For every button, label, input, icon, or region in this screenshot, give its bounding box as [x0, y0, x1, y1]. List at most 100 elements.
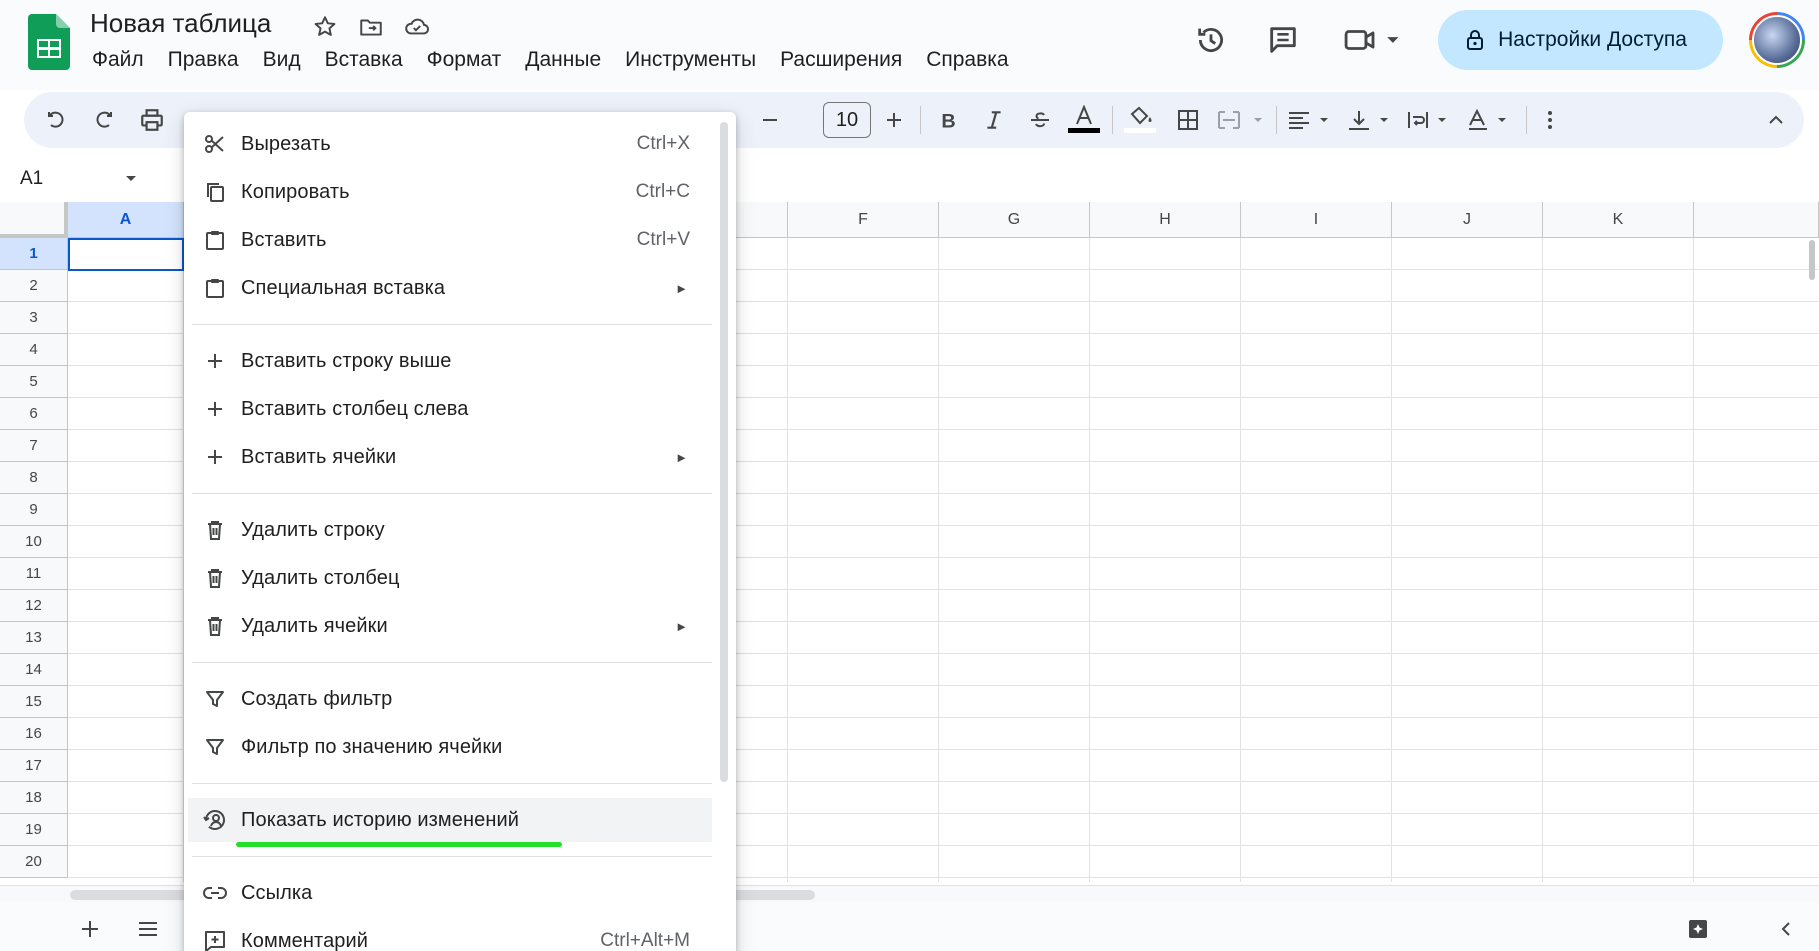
- menu-item-delete-column[interactable]: Удалить столбец: [184, 556, 712, 600]
- italic-icon[interactable]: [976, 100, 1012, 140]
- menu-item-delete-cells[interactable]: Удалить ячейки ►: [184, 604, 712, 648]
- row-header-16[interactable]: 16: [0, 718, 68, 750]
- menu-insert[interactable]: Вставка: [313, 44, 415, 76]
- menu-item-comment[interactable]: Комментарий Ctrl+Alt+M: [184, 919, 712, 951]
- text-wrapping-icon[interactable]: [1404, 100, 1460, 140]
- fill-color-icon[interactable]: [1120, 100, 1160, 140]
- trash-icon: [202, 613, 228, 639]
- collapse-toolbar-icon[interactable]: [1758, 100, 1794, 140]
- column-header-j[interactable]: J: [1392, 202, 1543, 238]
- menu-tools[interactable]: Инструменты: [613, 44, 768, 76]
- selected-cell-a1[interactable]: [68, 238, 184, 271]
- submenu-arrow-icon: ►: [675, 280, 688, 296]
- row-header-2[interactable]: 2: [0, 270, 68, 302]
- row-header-18[interactable]: 18: [0, 782, 68, 814]
- column-gridline: [1542, 238, 1543, 882]
- highlight-underline: [236, 842, 562, 847]
- strikethrough-icon[interactable]: [1022, 100, 1058, 140]
- select-all-corner[interactable]: [0, 202, 68, 238]
- all-sheets-menu-icon[interactable]: [130, 911, 166, 947]
- row-header-1[interactable]: 1: [0, 238, 68, 270]
- side-panel-toggle-icon[interactable]: [1768, 911, 1804, 947]
- comments-icon[interactable]: [1254, 11, 1312, 69]
- row-header-5[interactable]: 5: [0, 366, 68, 398]
- menu-item-paste-special[interactable]: Специальная вставка ►: [184, 266, 712, 310]
- meet-video-icon[interactable]: [1336, 11, 1410, 69]
- row-header-20[interactable]: 20: [0, 846, 68, 878]
- filter-icon: [202, 734, 228, 760]
- horizontal-align-icon[interactable]: [1284, 100, 1340, 140]
- menu-item-insert-cells[interactable]: Вставить ячейки ►: [184, 435, 712, 479]
- column-header-g[interactable]: G: [939, 202, 1090, 238]
- font-size-input[interactable]: 10: [823, 102, 871, 138]
- merge-cells-icon[interactable]: [1214, 100, 1270, 140]
- menu-help[interactable]: Справка: [914, 44, 1020, 76]
- row-header-7[interactable]: 7: [0, 430, 68, 462]
- menu-format[interactable]: Формат: [415, 44, 514, 76]
- menu-view[interactable]: Вид: [251, 44, 313, 76]
- name-box[interactable]: A1: [20, 168, 43, 190]
- context-menu-scrollbar[interactable]: [720, 122, 728, 782]
- text-color-icon[interactable]: [1064, 100, 1104, 140]
- sheets-app: Новая таблица Файл Правка Вид Вставка Фо…: [0, 0, 1819, 951]
- text-rotation-icon[interactable]: [1464, 100, 1520, 140]
- menu-bar: Файл Правка Вид Вставка Формат Данные Ин…: [80, 44, 1021, 76]
- menu-item-insert-row-above[interactable]: Вставить строку выше: [184, 339, 712, 383]
- menu-item-copy[interactable]: Копировать Ctrl+C: [184, 170, 712, 214]
- column-header-a[interactable]: A: [68, 202, 184, 238]
- undo-icon[interactable]: [38, 100, 74, 140]
- vertical-scrollbar[interactable]: [1809, 240, 1815, 280]
- row-header-4[interactable]: 4: [0, 334, 68, 366]
- account-avatar[interactable]: [1749, 12, 1805, 68]
- more-options-icon[interactable]: [1532, 100, 1568, 140]
- bold-icon[interactable]: B: [930, 100, 966, 140]
- row-header-19[interactable]: 19: [0, 814, 68, 846]
- row-header-15[interactable]: 15: [0, 686, 68, 718]
- vertical-align-icon[interactable]: [1344, 100, 1400, 140]
- column-header-i[interactable]: I: [1241, 202, 1392, 238]
- cloud-status-icon[interactable]: [400, 10, 434, 44]
- add-sheet-icon[interactable]: [72, 911, 108, 947]
- menu-edit[interactable]: Правка: [156, 44, 251, 76]
- sheets-logo-icon[interactable]: [28, 14, 70, 70]
- redo-icon[interactable]: [86, 100, 122, 140]
- menu-item-paste[interactable]: Вставить Ctrl+V: [184, 218, 712, 262]
- name-box-dropdown-icon[interactable]: [124, 174, 138, 184]
- explore-icon[interactable]: [1680, 911, 1716, 947]
- trash-icon: [202, 565, 228, 591]
- decrease-font-size-icon[interactable]: [752, 100, 788, 140]
- print-icon[interactable]: [134, 100, 170, 140]
- menu-item-create-filter[interactable]: Создать фильтр: [184, 677, 712, 721]
- copy-icon: [202, 179, 228, 205]
- document-title[interactable]: Новая таблица: [90, 8, 271, 39]
- menu-item-delete-row[interactable]: Удалить строку: [184, 508, 712, 552]
- row-header-9[interactable]: 9: [0, 494, 68, 526]
- menu-data[interactable]: Данные: [513, 44, 613, 76]
- column-header-h[interactable]: H: [1090, 202, 1241, 238]
- menu-item-link[interactable]: Ссылка: [184, 871, 712, 915]
- column-header-k[interactable]: K: [1543, 202, 1694, 238]
- column-header-f[interactable]: F: [788, 202, 939, 238]
- row-header-13[interactable]: 13: [0, 622, 68, 654]
- row-header-3[interactable]: 3: [0, 302, 68, 334]
- menu-item-insert-column-left[interactable]: Вставить столбец слева: [184, 387, 712, 431]
- share-button[interactable]: Настройки Доступа: [1438, 10, 1723, 70]
- menu-item-show-edit-history[interactable]: Показать историю изменений: [188, 798, 712, 842]
- borders-icon[interactable]: [1170, 100, 1206, 140]
- menu-file[interactable]: Файл: [80, 44, 156, 76]
- move-folder-icon[interactable]: [354, 10, 388, 44]
- row-header-14[interactable]: 14: [0, 654, 68, 686]
- increase-font-size-icon[interactable]: [876, 100, 912, 140]
- star-icon[interactable]: [308, 10, 342, 44]
- row-header-11[interactable]: 11: [0, 558, 68, 590]
- menu-item-cut[interactable]: Вырезать Ctrl+X: [184, 122, 712, 166]
- version-history-icon[interactable]: [1182, 11, 1240, 69]
- row-header-12[interactable]: 12: [0, 590, 68, 622]
- row-header-10[interactable]: 10: [0, 526, 68, 558]
- row-header-8[interactable]: 8: [0, 462, 68, 494]
- row-header-17[interactable]: 17: [0, 750, 68, 782]
- menu-item-filter-by-cell-value[interactable]: Фильтр по значению ячейки: [184, 725, 712, 769]
- menu-extensions[interactable]: Расширения: [768, 44, 914, 76]
- row-header-6[interactable]: 6: [0, 398, 68, 430]
- app-header: Новая таблица Файл Правка Вид Вставка Фо…: [0, 0, 1819, 90]
